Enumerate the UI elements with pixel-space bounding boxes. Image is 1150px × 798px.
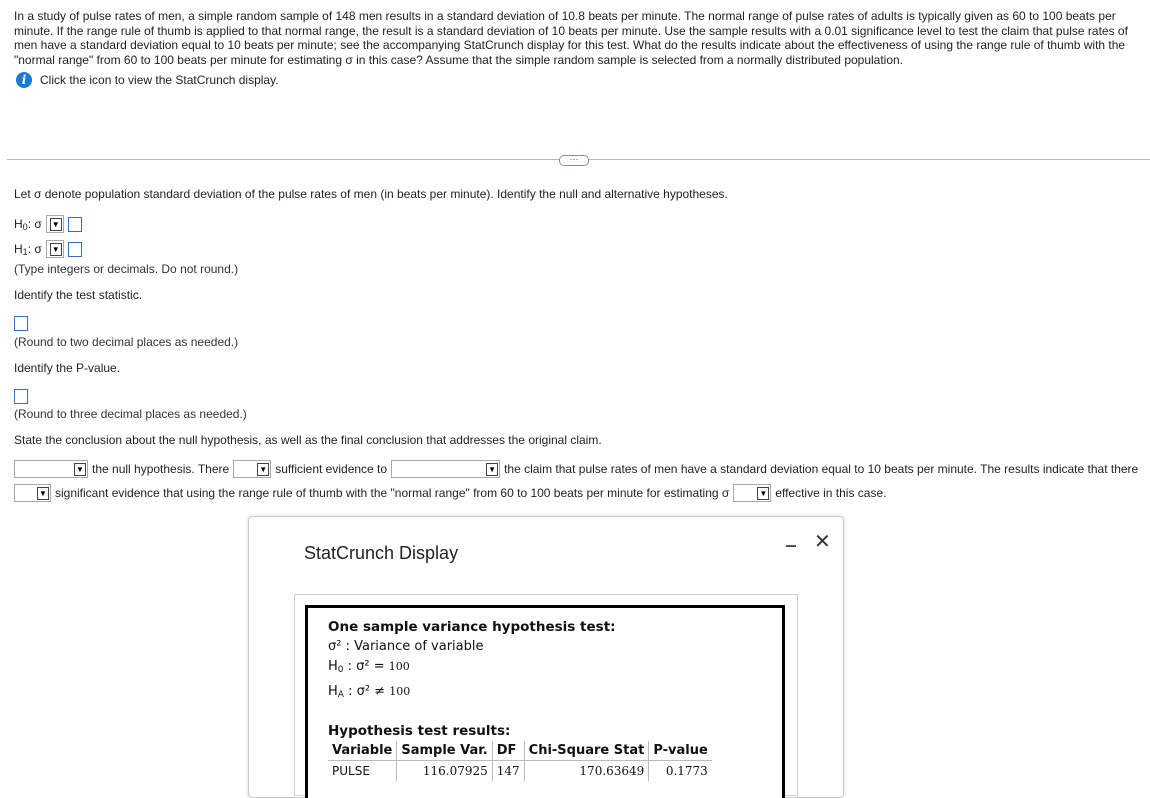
- effectiveness-dropdown[interactable]: ▼: [733, 484, 772, 502]
- close-icon[interactable]: ✕: [814, 529, 831, 554]
- cell-chi-square: 170.63649: [524, 760, 650, 781]
- test-heading: One sample variance hypothesis test:: [328, 619, 616, 635]
- results-table: Variable Sample Var. DF Chi-Square Stat …: [328, 741, 712, 781]
- test-stat-prompt: Identify the test statistic.: [14, 288, 143, 302]
- minimize-icon[interactable]: ‒: [786, 535, 796, 556]
- conclusion-text-5: effective in this case.: [775, 486, 887, 500]
- pvalue-input[interactable]: [14, 389, 28, 405]
- results-header-row: Variable Sample Var. DF Chi-Square Stat …: [328, 741, 712, 761]
- h0-row: H0: σ ▼: [14, 215, 82, 233]
- conclusion-row-1: ▼ the null hypothesis. There ▼ sufficien…: [14, 460, 1138, 478]
- dropdown-arrow-icon: ▼: [257, 462, 270, 476]
- test-stat-input[interactable]: [14, 316, 28, 332]
- col-sample-var: Sample Var.: [396, 741, 493, 761]
- h1-label: H1: σ: [14, 241, 42, 257]
- col-variable: Variable: [328, 741, 398, 761]
- problem-statement: In a study of pulse rates of men, a simp…: [14, 9, 1128, 67]
- col-df: DF: [492, 741, 525, 761]
- hypotheses-intro: Let σ denote population standard deviati…: [14, 187, 728, 201]
- h0-label: H0: σ: [14, 216, 42, 232]
- h0-operator-dropdown[interactable]: ▼: [45, 215, 64, 233]
- col-chi-square: Chi-Square Stat: [524, 741, 650, 761]
- table-row: PULSE 116.07925 147 170.63649 0.1773: [328, 760, 712, 781]
- info-text: Click the icon to view the StatCrunch di…: [40, 73, 279, 87]
- claim-action-dropdown[interactable]: ▼: [391, 460, 501, 478]
- variance-definition: σ² : Variance of variable: [328, 639, 484, 654]
- test-stat-row: [14, 316, 28, 332]
- cell-df: 147: [492, 760, 525, 781]
- statcrunch-output-frame: One sample variance hypothesis test: σ² …: [294, 594, 798, 798]
- dropdown-arrow-icon: ▼: [49, 217, 62, 231]
- pvalue-prompt: Identify the P-value.: [14, 361, 121, 375]
- pvalue-note: (Round to three decimal places as needed…: [14, 407, 247, 421]
- evidence-dropdown[interactable]: ▼: [233, 460, 272, 478]
- cell-variable: PULSE: [328, 760, 398, 781]
- conclusion-text-1: the null hypothesis. There: [92, 462, 230, 476]
- dropdown-arrow-icon: ▼: [37, 486, 49, 500]
- h1-row: H1: σ ▼: [14, 240, 82, 258]
- cell-sample-var: 116.07925: [396, 760, 493, 781]
- statcrunch-window: StatCrunch Display ‒ ✕ One sample varian…: [248, 516, 844, 798]
- info-line[interactable]: i Click the icon to view the StatCrunch …: [16, 72, 279, 88]
- statcrunch-output: One sample variance hypothesis test: σ² …: [305, 605, 785, 798]
- alt-hypothesis-line: HA : σ² ≠ 100: [328, 684, 411, 700]
- conclusion-text-4: significant evidence that using the rang…: [55, 486, 730, 500]
- cell-pvalue: 0.1773: [665, 764, 708, 778]
- test-stat-note: (Round to two decimal places as needed.): [14, 335, 239, 349]
- conclusion-prompt: State the conclusion about the null hypo…: [14, 433, 602, 447]
- col-pvalue: P-value: [648, 741, 712, 761]
- dropdown-arrow-icon: ▼: [486, 462, 499, 476]
- h0-value-input[interactable]: [67, 216, 82, 232]
- conclusion-text-3: the claim that pulse rates of men have a…: [504, 462, 1139, 476]
- dropdown-arrow-icon: ▼: [74, 462, 86, 476]
- results-heading: Hypothesis test results:: [328, 723, 511, 739]
- h1-operator-dropdown[interactable]: ▼: [45, 240, 64, 258]
- hypotheses-note: (Type integers or decimals. Do not round…: [14, 262, 239, 276]
- conclusion-row-2: ▼ significant evidence that using the ra…: [14, 484, 886, 502]
- significance-dropdown[interactable]: ▼: [14, 484, 51, 502]
- conclusion-text-2: sufficient evidence to: [275, 462, 388, 476]
- h1-value-input[interactable]: [67, 241, 82, 257]
- more-button[interactable]: ···: [559, 155, 589, 166]
- dropdown-arrow-icon: ▼: [49, 242, 62, 256]
- statcrunch-title: StatCrunch Display: [304, 543, 459, 563]
- null-hypothesis-line: H0 : σ² = 100: [328, 659, 410, 675]
- dropdown-arrow-icon: ▼: [757, 486, 770, 500]
- null-decision-dropdown[interactable]: ▼: [14, 460, 88, 478]
- info-icon[interactable]: i: [16, 72, 32, 88]
- pvalue-row: [14, 389, 28, 405]
